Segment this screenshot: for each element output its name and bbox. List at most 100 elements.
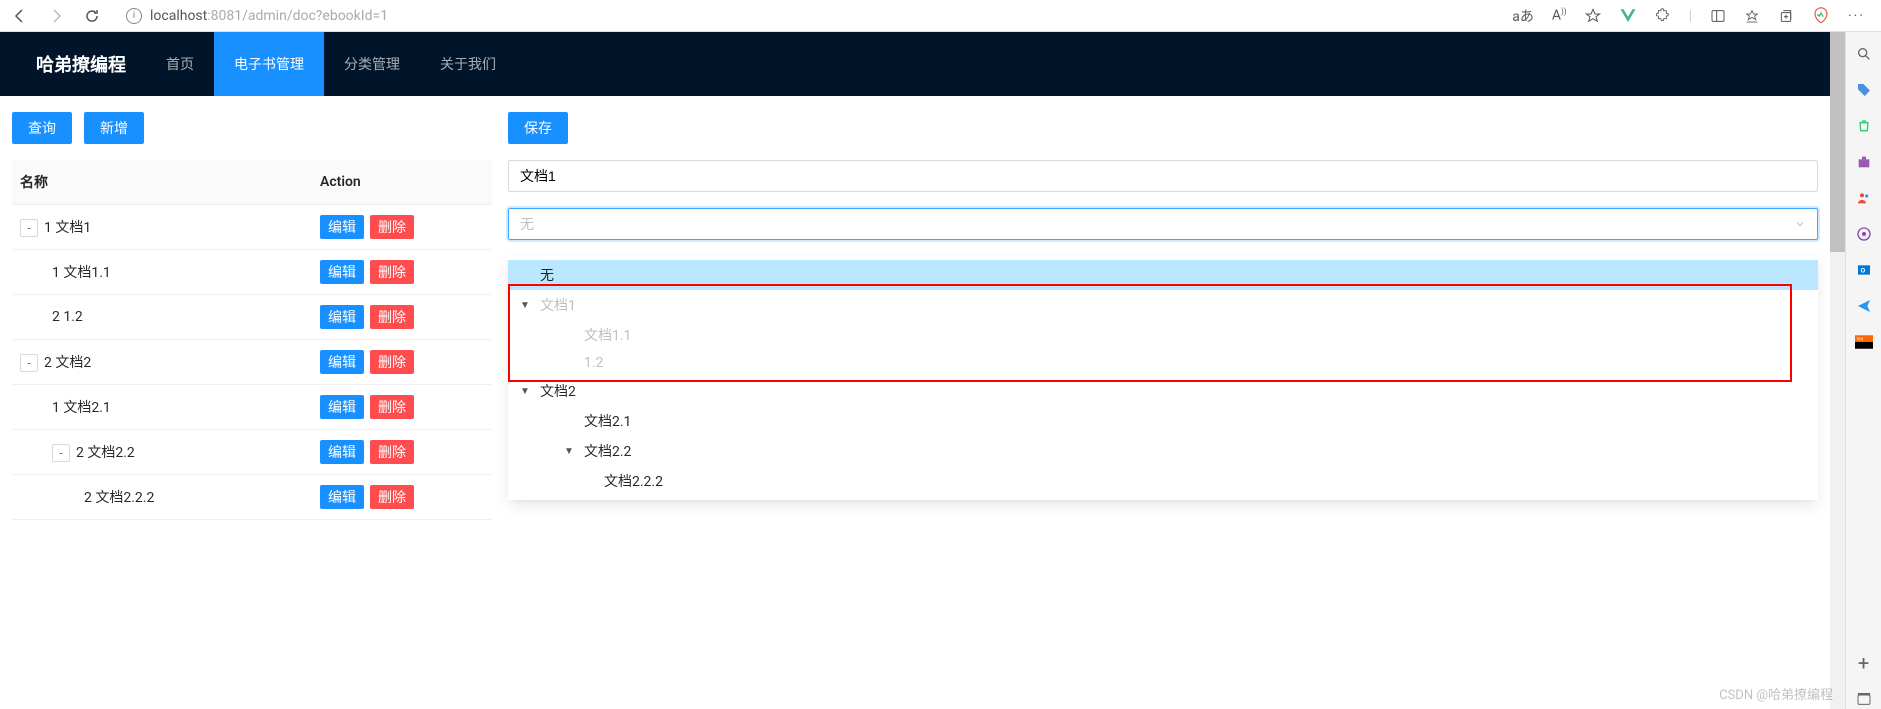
row-label: 2 1.2 [52, 309, 83, 325]
row-label: 1 文档1 [44, 220, 91, 236]
svg-text:Vid: Vid [1856, 337, 1863, 343]
add-button[interactable]: 新增 [84, 112, 144, 144]
favorite-icon[interactable] [1585, 8, 1601, 24]
option-label: 1.2 [584, 355, 603, 371]
edit-button[interactable]: 编辑 [320, 305, 364, 329]
save-button[interactable]: 保存 [508, 112, 568, 144]
chevron-down-icon [1794, 218, 1806, 230]
tree-select-option[interactable]: ▼文档2 [508, 376, 1818, 406]
row-label: 2 文档2.2.2 [84, 490, 154, 506]
tree-select-option[interactable]: 文档2.2.2 [508, 466, 1818, 496]
row-label: 2 文档2.2 [76, 445, 135, 461]
vue-devtools-icon[interactable] [1619, 7, 1637, 25]
toolbox-icon[interactable] [1854, 152, 1874, 172]
table-row: -1 文档1 编辑删除 [12, 205, 492, 250]
option-label: 文档1 [540, 295, 576, 315]
parent-select[interactable]: 无 [508, 208, 1818, 240]
select-placeholder: 无 [520, 214, 534, 234]
edit-button[interactable]: 编辑 [320, 215, 364, 239]
delete-button[interactable]: 删除 [370, 395, 414, 419]
people-icon[interactable] [1854, 188, 1874, 208]
tree-select-option[interactable]: 文档2.1 [508, 406, 1818, 436]
edit-button[interactable]: 编辑 [320, 440, 364, 464]
performance-icon[interactable] [1812, 7, 1830, 25]
tree-select-option: 文档1.1 [508, 320, 1818, 350]
table-row: -2 文档2 编辑删除 [12, 340, 492, 385]
expand-toggle[interactable]: - [20, 354, 38, 372]
vertical-scrollbar[interactable] [1830, 32, 1845, 709]
settings-panel-icon[interactable] [1854, 689, 1874, 709]
extension-icon[interactable] [1655, 8, 1671, 24]
send-icon[interactable] [1854, 296, 1874, 316]
doc-tree-panel: 查询 新增 名称 Action -1 文档1编辑删除1 文档1.1编辑删除2 1… [12, 112, 492, 520]
delete-button[interactable]: 删除 [370, 350, 414, 374]
edit-button[interactable]: 编辑 [320, 395, 364, 419]
option-label: 无 [540, 265, 554, 285]
row-label: 2 文档2 [44, 355, 91, 371]
tree-select-option: ▼文档1 [508, 290, 1818, 320]
delete-button[interactable]: 删除 [370, 215, 414, 239]
sidebar-toggle-icon[interactable] [1710, 8, 1726, 24]
caret-icon: ▼ [564, 446, 584, 457]
option-label: 文档2.1 [584, 411, 631, 431]
address-bar[interactable]: i localhost:8081/admin/doc?ebookId=1 [116, 8, 1500, 24]
tag-icon[interactable] [1854, 80, 1874, 100]
row-label: 1 文档1.1 [52, 265, 111, 281]
table-row: -2 文档2.2 编辑删除 [12, 430, 492, 475]
query-button[interactable]: 查询 [12, 112, 72, 144]
scrollbar-thumb[interactable] [1830, 32, 1845, 252]
nav-item-2[interactable]: 分类管理 [324, 32, 420, 96]
delete-button[interactable]: 删除 [370, 260, 414, 284]
edit-button[interactable]: 编辑 [320, 260, 364, 284]
expand-toggle[interactable]: - [20, 219, 38, 237]
url-host: localhost [150, 8, 207, 24]
doc-name-input[interactable] [508, 160, 1818, 192]
edit-button[interactable]: 编辑 [320, 350, 364, 374]
app-logo: 哈弟撩编程 [16, 51, 146, 77]
caret-icon: ▼ [520, 386, 540, 397]
url-rest: :8081/admin/doc?ebookId=1 [207, 8, 388, 24]
favorites-bar-icon[interactable] [1744, 8, 1760, 24]
watermark: CSDN @哈弟撩编程 [1719, 684, 1833, 703]
translate-icon[interactable]: aあ [1512, 6, 1534, 26]
table-row: 2 文档2.2.2 编辑删除 [12, 475, 492, 520]
site-info-icon[interactable]: i [126, 8, 142, 24]
collections-icon[interactable] [1778, 8, 1794, 24]
nav-item-1[interactable]: 电子书管理 [214, 32, 324, 96]
delete-button[interactable]: 删除 [370, 305, 414, 329]
forward-button[interactable] [44, 4, 68, 28]
search-icon[interactable] [1854, 44, 1874, 64]
video-icon[interactable]: Vid [1854, 332, 1874, 352]
parent-select-dropdown: 无▼文档1文档1.11.2▼文档2文档2.1▼文档2.2文档2.2.2 [508, 256, 1818, 500]
browser-side-panel: O Vid + [1845, 32, 1881, 709]
caret-icon: ▼ [520, 300, 540, 311]
nav-item-0[interactable]: 首页 [146, 32, 214, 96]
refresh-button[interactable] [80, 4, 104, 28]
nav-menu: 首页电子书管理分类管理关于我们 [146, 32, 516, 96]
option-label: 文档2 [540, 381, 576, 401]
tree-select-option: 1.2 [508, 350, 1818, 376]
delete-button[interactable]: 删除 [370, 440, 414, 464]
option-label: 文档1.1 [584, 325, 631, 345]
edit-button[interactable]: 编辑 [320, 485, 364, 509]
table-row: 1 文档1.1 编辑删除 [12, 250, 492, 295]
svg-text:O: O [1860, 267, 1865, 275]
nav-item-3[interactable]: 关于我们 [420, 32, 516, 96]
expand-toggle[interactable]: - [52, 444, 70, 462]
back-button[interactable] [8, 4, 32, 28]
delete-button[interactable]: 删除 [370, 485, 414, 509]
add-panel-icon[interactable]: + [1854, 653, 1874, 673]
doc-form-panel: 保存 无 无▼文档1文档1.11.2▼文档2文档2.1▼文档2.2文档2.2.2 [508, 112, 1818, 520]
tree-select-option[interactable]: ▼文档2.2 [508, 436, 1818, 466]
read-aloud-icon[interactable]: A)) [1552, 7, 1567, 24]
shopping-icon[interactable] [1854, 116, 1874, 136]
outlook-icon[interactable]: O [1854, 260, 1874, 280]
more-icon[interactable]: ··· [1848, 8, 1865, 24]
table-row: 2 1.2 编辑删除 [12, 295, 492, 340]
tree-select-option[interactable]: 无 [508, 260, 1818, 290]
row-label: 1 文档2.1 [52, 400, 111, 416]
col-action: Action [312, 160, 492, 205]
browser-toolbar: i localhost:8081/admin/doc?ebookId=1 aあ … [0, 0, 1881, 32]
doc-table: 名称 Action -1 文档1编辑删除1 文档1.1编辑删除2 1.2编辑删除… [12, 160, 492, 520]
games-icon[interactable] [1854, 224, 1874, 244]
